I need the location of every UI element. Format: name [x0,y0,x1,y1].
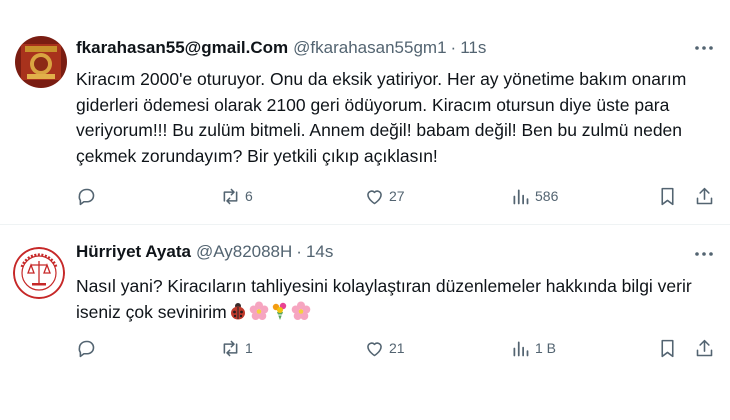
views-count: 586 [535,188,559,204]
views-button[interactable]: 1 B [510,336,556,360]
association-logo-avatar-icon [13,247,65,299]
heart-icon [367,341,382,356]
views-chart-icon [513,341,529,356]
heart-icon [367,189,382,204]
tweet-text: Nasıl yani? Kiracıların tahliyesini kola… [76,276,692,322]
more-options-button[interactable] [694,244,714,264]
share-icon [696,339,713,356]
retweet-count: 1 [245,340,253,356]
handle[interactable]: @fkarahasan55gm1 [293,38,446,58]
bookmark-button[interactable] [657,184,678,208]
separator: · [450,38,457,57]
retweet-button[interactable]: 1 [220,336,253,360]
like-count: 27 [389,188,405,204]
like-button[interactable]: 21 [364,336,405,360]
retweet-icon [223,188,238,204]
timestamp[interactable]: 14s [306,242,333,262]
reply-button[interactable] [76,336,101,360]
separator: · [296,242,302,261]
like-button[interactable]: 27 [364,184,405,208]
handle[interactable]: @Ay82088H [196,242,292,262]
tweet-header: Hürriyet Ayata @Ay82088H · 14s [76,242,333,262]
reply-icon [78,188,95,205]
cherry-blossom-emoji-icon [249,301,269,321]
display-name[interactable]: Hürriyet Ayata [76,242,191,262]
views-chart-icon [513,189,529,204]
views-count: 1 B [535,340,557,356]
bookmark-icon [661,339,674,357]
bouquet-emoji-icon [270,301,290,321]
retweet-count: 6 [245,188,253,204]
more-dots-icon [695,252,713,256]
retweet-icon [223,340,238,356]
action-bar: 6 27 586 [76,184,716,208]
bookmark-button[interactable] [657,336,678,360]
timestamp[interactable]: 11s [460,38,486,58]
tweet[interactable]: Hürriyet Ayata @Ay82088H · 14s Nasıl yan… [0,224,730,420]
avatar[interactable] [13,247,65,299]
share-icon [696,187,713,204]
cherry-blossom-emoji-icon [291,301,311,321]
ladybug-emoji-icon [228,301,248,321]
more-options-button[interactable] [694,38,714,58]
bookmark-icon [661,187,674,205]
seal-avatar-icon [15,36,67,88]
share-button[interactable] [694,336,715,360]
action-bar: 1 21 1 B [76,336,716,360]
views-button[interactable]: 586 [510,184,558,208]
reply-icon [78,340,95,357]
tweet-text-container: Nasıl yani? Kiracıların tahliyesini kola… [76,274,706,325]
avatar[interactable] [15,36,67,88]
tweet[interactable]: fkarahasan55@gmail.Com @fkarahasan55gm1 … [0,0,730,224]
display-name[interactable]: fkarahasan55@gmail.Com [76,38,288,58]
reply-button[interactable] [76,184,101,208]
share-button[interactable] [694,184,715,208]
tweet-header: fkarahasan55@gmail.Com @fkarahasan55gm1 … [76,38,486,58]
like-count: 21 [389,340,405,356]
tweet-text: Kiracım 2000'e oturuyor. Onu da eksik ya… [76,69,687,166]
more-dots-icon [695,46,713,50]
retweet-button[interactable]: 6 [220,184,253,208]
